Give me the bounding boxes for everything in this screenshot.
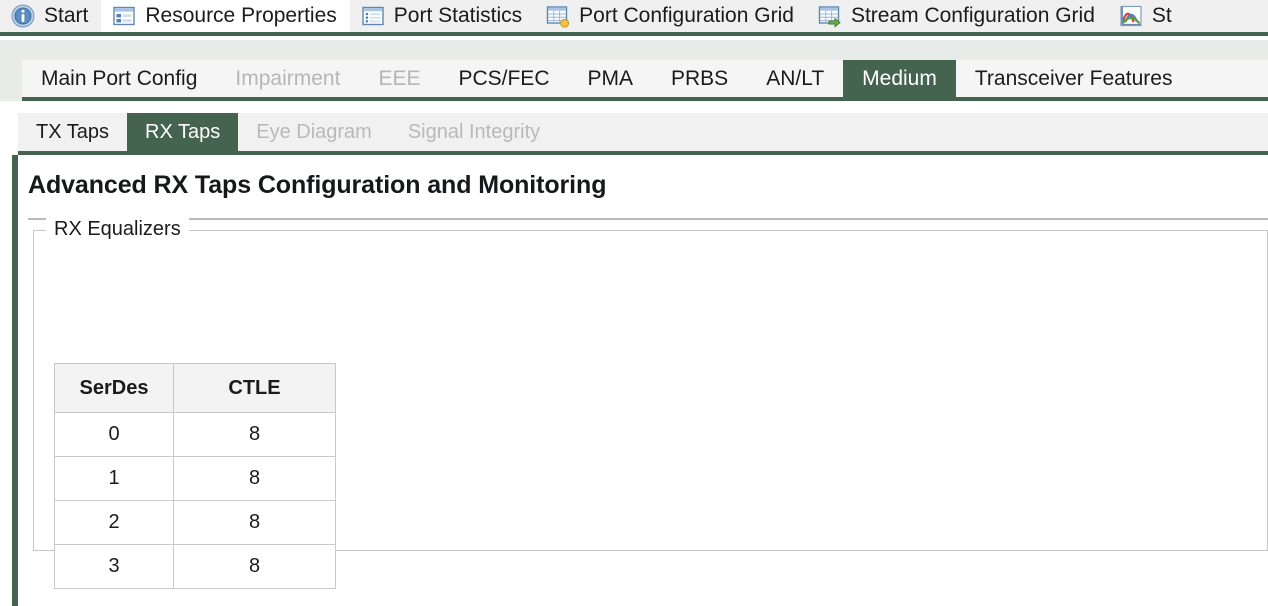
properties-panel-icon xyxy=(112,4,136,28)
tab-label: TX Taps xyxy=(36,120,109,143)
tab-label: AN/LT xyxy=(766,66,825,90)
section-tab-bar-background: Main Port Config Impairment EEE PCS/FEC … xyxy=(0,40,1268,101)
info-circle-icon xyxy=(11,4,35,28)
tab-rx-taps[interactable]: RX Taps xyxy=(127,113,239,151)
document-tab-bar: Start Resource Properties Port Statistic… xyxy=(0,0,1268,36)
application-window: Start Resource Properties Port Statistic… xyxy=(0,0,1268,606)
cell-ctle[interactable]: 8 xyxy=(173,412,336,457)
tab-prbs[interactable]: PRBS xyxy=(652,60,747,97)
content-pane: Advanced RX Taps Configuration and Monit… xyxy=(18,155,1268,606)
tab-label: EEE xyxy=(378,66,421,90)
doc-tab-statistics[interactable]: St xyxy=(1108,0,1185,32)
doc-tab-label: Start xyxy=(44,3,89,27)
doc-tab-label: Resource Properties xyxy=(145,3,337,27)
doc-tab-port-configuration-grid[interactable]: Port Configuration Grid xyxy=(535,0,807,32)
doc-tab-label: Port Statistics xyxy=(393,3,523,27)
doc-tab-port-statistics[interactable]: Port Statistics xyxy=(350,0,535,32)
doc-tab-label: St xyxy=(1151,3,1172,27)
cell-ctle[interactable]: 8 xyxy=(173,500,336,545)
tab-main-port-config[interactable]: Main Port Config xyxy=(22,60,216,97)
tab-label: Main Port Config xyxy=(41,66,198,90)
tab-impairment: Impairment xyxy=(216,60,359,97)
table-row[interactable]: 3 8 xyxy=(54,544,336,589)
doc-tab-start[interactable]: Start xyxy=(0,0,101,32)
tab-label: Medium xyxy=(862,66,937,90)
column-header-serdes: SerDes xyxy=(54,363,174,413)
page-title: Advanced RX Taps Configuration and Monit… xyxy=(28,171,607,199)
tab-transceiver-features[interactable]: Transceiver Features xyxy=(956,60,1192,97)
tab-label: RX Taps xyxy=(145,120,221,143)
cell-serdes[interactable]: 2 xyxy=(54,500,174,545)
tab-tx-taps[interactable]: TX Taps xyxy=(18,113,127,151)
doc-tab-label: Stream Configuration Grid xyxy=(850,3,1095,27)
doc-tab-stream-configuration-grid[interactable]: Stream Configuration Grid xyxy=(807,0,1108,32)
section-tab-bar: Main Port Config Impairment EEE PCS/FEC … xyxy=(22,60,1268,101)
sub-tab-bar: TX Taps RX Taps Eye Diagram Signal Integ… xyxy=(18,113,1268,155)
tab-eee: EEE xyxy=(359,60,439,97)
list-view-icon xyxy=(361,4,385,28)
doc-tab-label: Port Configuration Grid xyxy=(579,3,794,27)
groupbox-legend: RX Equalizers xyxy=(46,218,189,241)
tab-label: Signal Integrity xyxy=(407,120,541,143)
cell-serdes[interactable]: 3 xyxy=(54,544,174,589)
cell-serdes[interactable]: 1 xyxy=(54,456,174,501)
cell-serdes[interactable]: 0 xyxy=(54,412,174,457)
line-chart-icon xyxy=(1119,4,1143,28)
tab-an-lt[interactable]: AN/LT xyxy=(747,60,843,97)
tab-label: PCS/FEC xyxy=(458,66,550,90)
column-header-ctle: CTLE xyxy=(173,363,336,413)
tab-pma[interactable]: PMA xyxy=(568,60,652,97)
tab-label: PMA xyxy=(587,66,633,90)
table-row[interactable]: 0 8 xyxy=(54,412,336,457)
title-divider xyxy=(28,218,1268,220)
cell-ctle[interactable]: 8 xyxy=(173,544,336,589)
tab-label: Eye Diagram xyxy=(256,120,372,143)
tab-signal-integrity: Signal Integrity xyxy=(390,113,558,151)
table-row[interactable]: 1 8 xyxy=(54,456,336,501)
doc-tab-resource-properties[interactable]: Resource Properties xyxy=(101,0,350,32)
table-header-row: SerDes CTLE xyxy=(54,363,336,413)
grid-green-arrow-icon xyxy=(818,4,842,28)
tab-eye-diagram: Eye Diagram xyxy=(238,113,390,151)
tab-label: Impairment xyxy=(235,66,341,90)
cell-ctle[interactable]: 8 xyxy=(173,456,336,501)
tab-medium[interactable]: Medium xyxy=(843,60,956,97)
tab-label: Transceiver Features xyxy=(974,66,1173,90)
rx-equalizers-table[interactable]: SerDes CTLE 0 8 1 8 2 8 3 8 xyxy=(54,363,336,589)
grid-gold-badge-icon xyxy=(546,4,570,28)
tab-label: PRBS xyxy=(671,66,729,90)
table-row[interactable]: 2 8 xyxy=(54,500,336,545)
tab-pcs-fec[interactable]: PCS/FEC xyxy=(439,60,568,97)
